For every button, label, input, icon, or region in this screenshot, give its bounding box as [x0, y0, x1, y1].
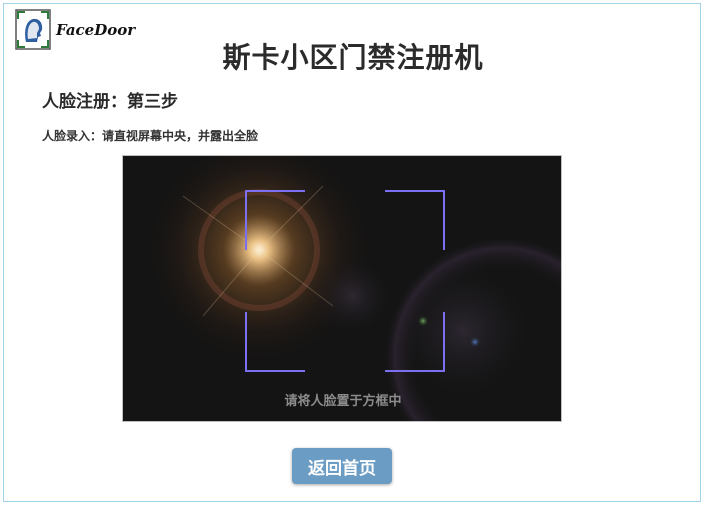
frame-corner-bottom-right — [385, 312, 445, 372]
back-home-button[interactable]: 返回首页 — [292, 448, 392, 484]
frame-corner-top-left — [245, 190, 305, 250]
instruction-text: 人脸录入：请直视屏幕中央，并露出全脸 — [42, 129, 259, 143]
frame-corner-bottom-left — [245, 312, 305, 372]
lens-flare-background — [123, 156, 561, 421]
step-heading: 人脸注册：第三步 — [42, 92, 178, 112]
page-title: 斯卡小区门禁注册机 — [222, 41, 484, 74]
camera-hint: 请将人脸置于方框中 — [284, 394, 402, 409]
frame-corner-top-right — [385, 190, 445, 250]
camera-preview: 请将人脸置于方框中 — [122, 155, 562, 422]
